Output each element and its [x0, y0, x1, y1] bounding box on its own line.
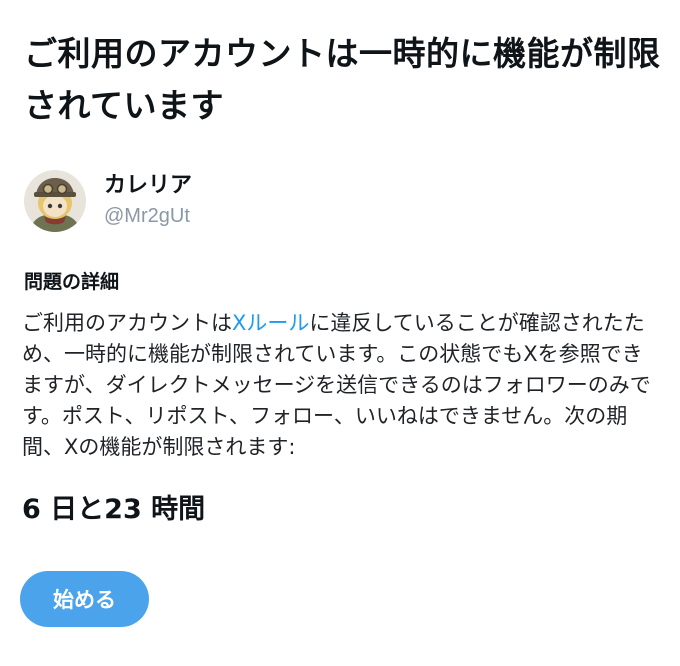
details-heading: 問題の詳細: [24, 271, 120, 293]
account-profile: カレリア @Mr2gUt: [24, 168, 192, 234]
account-names: カレリア @Mr2gUt: [104, 171, 192, 231]
restriction-duration: 6 日と23 時間: [22, 494, 206, 525]
start-button[interactable]: 始める: [20, 571, 149, 627]
avatar[interactable]: [24, 170, 86, 232]
account-handle: @Mr2gUt: [104, 205, 190, 227]
details-text-before-link: ご利用のアカウントは: [22, 311, 232, 335]
details-text: ご利用のアカウントはXルールに違反していることが確認されたため、一時的に機能が制…: [22, 308, 662, 463]
x-rules-link[interactable]: Xルール: [232, 311, 309, 335]
avatar-image: [24, 170, 86, 232]
display-name: カレリア: [104, 173, 193, 198]
page-title: ご利用のアカウントは一時的に機能が制限されています: [24, 34, 661, 125]
